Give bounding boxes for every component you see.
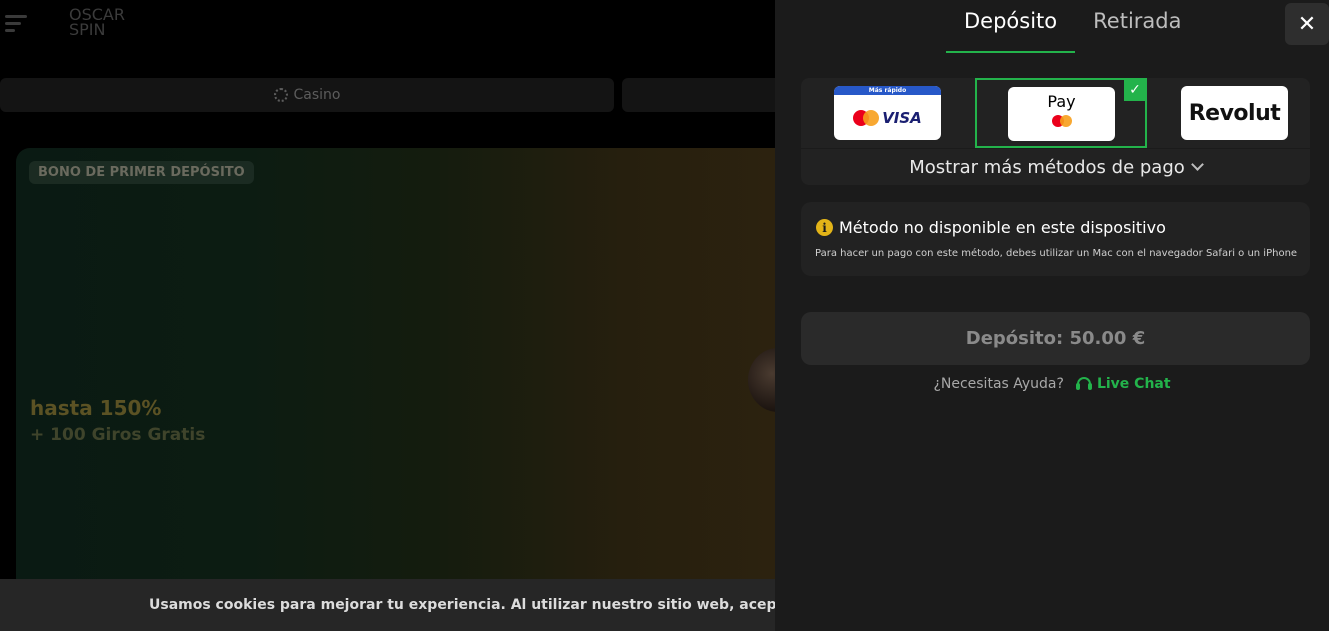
promo-banner[interactable]: BONO DE PRIMER DEPÓSITO hasta 150% + 100… (16, 148, 775, 588)
live-chat-label: Live Chat (1096, 376, 1171, 392)
divider (801, 148, 1310, 149)
cookie-banner: Usamos cookies para mejorar tu experienc… (0, 579, 775, 631)
revolut-logo: Revolut (1188, 100, 1281, 126)
logo[interactable]: OSCAR SPIN (69, 7, 125, 39)
chevron-down-icon (1190, 158, 1204, 171)
logo-line-2: SPIN (69, 20, 106, 39)
payment-method-card[interactable]: Más rápido VISA (834, 86, 941, 140)
casino-chip-icon (273, 88, 288, 102)
close-button[interactable]: ✕ (1285, 3, 1329, 45)
mastercard-icon (1051, 115, 1072, 127)
menu-icon[interactable] (5, 15, 27, 33)
fastest-label: Más rápido (834, 86, 941, 95)
notice-title: Método no disponible en este dispositivo (839, 218, 1166, 237)
payment-methods-row: Más rápido VISA Pay ✓ Revolut (801, 78, 1310, 148)
payment-method-applepay[interactable]: Pay (1008, 87, 1115, 141)
applepay-logo: Pay (1047, 92, 1076, 111)
nav-casino-tab[interactable]: Casino (0, 78, 614, 112)
panel-tabs: Depósito Retirada (946, 0, 1199, 53)
nav-secondary-tab[interactable] (622, 78, 775, 112)
notice-title-row: i Método no disponible en este dispositi… (816, 218, 1166, 237)
check-icon: ✓ (1124, 79, 1146, 101)
payment-methods: Más rápido VISA Pay ✓ Revolut Mostrar má… (801, 78, 1310, 185)
payment-method-revolut[interactable]: Revolut (1181, 86, 1288, 140)
promo-subline: + 100 Giros Gratis (30, 425, 206, 445)
more-methods-label: Mostrar más métodos de pago (909, 156, 1185, 178)
promo-image (748, 348, 775, 412)
live-chat-link[interactable]: Live Chat (1075, 376, 1171, 392)
promo-badge: BONO DE PRIMER DEPÓSITO (29, 161, 254, 184)
payment-panel: Depósito Retirada ✕ Más rápido VISA Pay (775, 0, 1329, 631)
headset-icon (1075, 376, 1092, 392)
visa-logo: VISA (882, 108, 922, 127)
promo-headline: hasta 150% (30, 396, 162, 420)
nav-casino-label: Casino (293, 87, 341, 103)
unavailable-notice: i Método no disponible en este dispositi… (801, 202, 1310, 276)
mastercard-icon (853, 109, 880, 126)
card-logos: VISA (834, 95, 941, 140)
help-row: ¿Necesitas Ayuda? Live Chat (775, 376, 1329, 392)
notice-body: Para hacer un pago con este método, debe… (815, 248, 1298, 259)
tab-deposit[interactable]: Depósito (946, 0, 1076, 53)
background-page: OSCAR SPIN Casino BONO DE PRIMER DEPÓSIT… (0, 0, 775, 631)
close-icon: ✕ (1297, 11, 1317, 37)
cookie-text: Usamos cookies para mejorar tu experienc… (149, 597, 775, 613)
tab-withdrawal[interactable]: Retirada (1075, 0, 1199, 53)
info-icon: i (816, 219, 833, 236)
deposit-button[interactable]: Depósito: 50.00 € (801, 312, 1310, 365)
more-methods-toggle[interactable]: Mostrar más métodos de pago (801, 150, 1310, 184)
help-question: ¿Necesitas Ayuda? (933, 376, 1064, 392)
